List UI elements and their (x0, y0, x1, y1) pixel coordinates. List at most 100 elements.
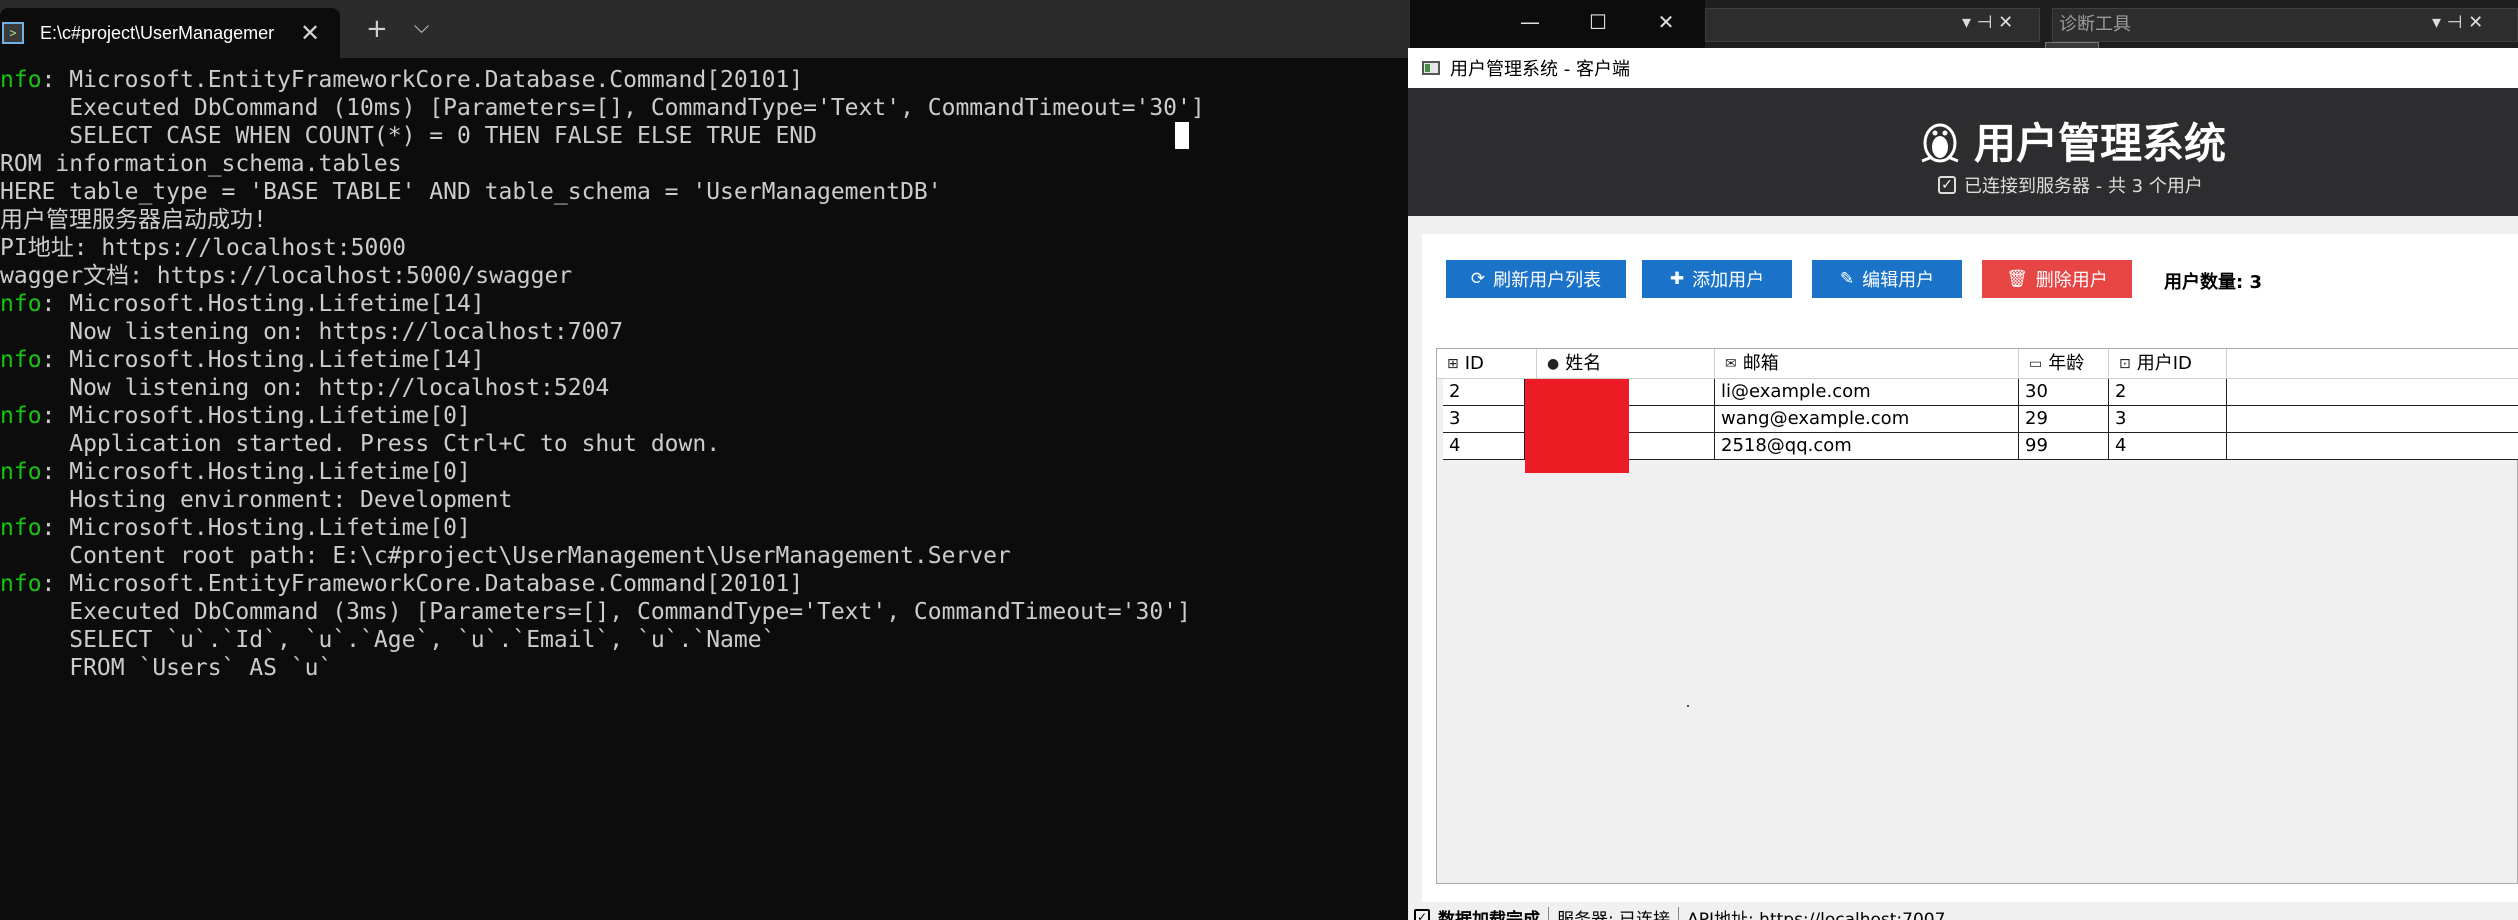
cell-id: 4 (1443, 433, 1525, 460)
divider (1678, 907, 1680, 920)
terminal-line: Executed DbCommand (10ms) [Parameters=[]… (0, 94, 1410, 122)
minimize-button[interactable]: — (1500, 10, 1560, 34)
terminal-line-text: Content root path: E:\c#project\UserMana… (0, 543, 1011, 569)
column-header-email[interactable]: ✉ 邮箱 (1715, 349, 2019, 379)
terminal-cursor (1175, 122, 1189, 149)
email-icon: ✉ (1725, 356, 1737, 372)
log-level-label: nfo (0, 347, 42, 373)
terminal-line-text: SELECT CASE WHEN COUNT(*) = 0 THEN FALSE… (0, 123, 817, 149)
id-card-icon: ⊡ (2119, 356, 2131, 372)
log-level-label: nfo (0, 403, 42, 429)
terminal-line-text: Application started. Press Ctrl+C to shu… (0, 431, 721, 457)
app-icon (1422, 61, 1440, 75)
column-header-id[interactable]: ⊞ ID (1437, 349, 1537, 379)
terminal-line-text: : Microsoft.Hosting.Lifetime[0] (41, 459, 471, 485)
terminal-line: nfo: Microsoft.EntityFrameworkCore.Datab… (0, 570, 1410, 598)
grid-header: ⊞ ID ● 姓名 ✉ 邮箱 ▭ 年龄 ⊡ 用户ID (1437, 349, 2518, 379)
terminal-line-text: : Microsoft.Hosting.Lifetime[0] (41, 515, 471, 541)
terminal-line-text: ROM information_schema.tables (0, 151, 402, 177)
log-level-label: nfo (0, 459, 42, 485)
cell-id: 3 (1443, 406, 1525, 433)
cell-userid: 2 (2109, 379, 2227, 406)
cell-email: 2518@qq.com (1715, 433, 2019, 460)
delete-user-button[interactable]: 🗑 删除用户 (1982, 260, 2132, 298)
terminal-line-text: : Microsoft.Hosting.Lifetime[0] (41, 403, 471, 429)
terminal-line-text: 用户管理服务器启动成功! (0, 207, 267, 233)
check-icon: ✓ (1938, 176, 1956, 194)
trash-icon: 🗑 (2006, 269, 2028, 289)
terminal-line: SELECT `u`.`Id`, `u`.`Age`, `u`.`Email`,… (0, 626, 1410, 654)
terminal-tab[interactable]: > E:\c#project\UserManagemer ✕ (0, 8, 340, 58)
panel-controls[interactable]: ▾ ⊣ ✕ (1962, 12, 2013, 33)
status-server: 服务器: 已连接 (1557, 909, 1671, 920)
terminal-line-text: Now listening on: http://localhost:5204 (0, 375, 610, 401)
terminal-line-text: Executed DbCommand (10ms) [Parameters=[]… (0, 95, 1205, 121)
terminal-line: 用户管理服务器启动成功! (0, 206, 1410, 234)
terminal-line: ROM information_schema.tables (0, 150, 1410, 178)
terminal-line: nfo: Microsoft.Hosting.Lifetime[0] (0, 514, 1410, 542)
terminal-line: Application started. Press Ctrl+C to shu… (0, 430, 1410, 458)
status-api: API地址: https://localhost:7007 (1687, 909, 1946, 920)
refresh-icon: ⟳ (1470, 269, 1486, 289)
terminal-line-text: HERE table_type = 'BASE TABLE' AND table… (0, 179, 942, 205)
cell-age: 99 (2019, 433, 2109, 460)
terminal-line-text: Hosting environment: Development (0, 487, 513, 513)
terminal-line: nfo: Microsoft.Hosting.Lifetime[0] (0, 458, 1410, 486)
terminal-line-text: : Microsoft.Hosting.Lifetime[14] (41, 291, 485, 317)
log-level-label: nfo (0, 67, 42, 93)
cell-userid: 3 (2109, 406, 2227, 433)
add-user-button[interactable]: ✚ 添加用户 (1642, 260, 1792, 298)
user-icon: ● (1547, 356, 1560, 372)
terminal-line: PI地址: https://localhost:5000 (0, 234, 1410, 262)
terminal-line-text: : Microsoft.EntityFrameworkCore.Database… (41, 67, 804, 93)
terminal-icon: > (2, 22, 24, 44)
divider (1548, 907, 1549, 920)
terminal-line: Hosting environment: Development (0, 486, 1410, 514)
client-titlebar: 用户管理系统 - 客户端 (1408, 48, 2518, 88)
terminal-line: wagger文档: https://localhost:5000/swagger (0, 262, 1410, 290)
terminal-line-text: PI地址: https://localhost:5000 (0, 235, 407, 261)
maximize-button[interactable]: ☐ (1568, 10, 1628, 34)
terminal-line: nfo: Microsoft.Hosting.Lifetime[14] (0, 290, 1410, 318)
users-datagrid[interactable]: ⊞ ID ● 姓名 ✉ 邮箱 ▭ 年龄 ⊡ 用户ID 2 li@example.… (1436, 348, 2518, 884)
terminal-line-text: : Microsoft.Hosting.Lifetime[14] (41, 347, 485, 373)
terminal-output[interactable]: nfo: Microsoft.EntityFrameworkCore.Datab… (0, 58, 1410, 920)
column-header-userid[interactable]: ⊡ 用户ID (2109, 349, 2227, 379)
cell-email: wang@example.com (1715, 406, 2019, 433)
client-window: 用户管理系统 - 客户端 用户管理系统 ✓ 已连接到服务器 - 共 3 个用户 … (1408, 48, 2518, 920)
terminal-line: HERE table_type = 'BASE TABLE' AND table… (0, 178, 1410, 206)
tab-dropdown-button[interactable]: ⌵ (414, 14, 429, 38)
terminal-line: nfo: Microsoft.EntityFrameworkCore.Datab… (0, 66, 1410, 94)
cake-icon: ▭ (2029, 356, 2043, 372)
log-level-label: nfo (0, 291, 42, 317)
grid-empty-area (1687, 705, 1689, 707)
new-tab-button[interactable]: + (366, 14, 388, 44)
cell-id: 2 (1443, 379, 1525, 406)
column-header-age[interactable]: ▭ 年龄 (2019, 349, 2109, 379)
delete-user-label: 删除用户 (2035, 270, 2108, 291)
diagnostics-panel-controls[interactable]: ▾ ⊣ ✕ (2432, 12, 2483, 33)
terminal-line-text: FROM `Users` AS `u` (0, 655, 333, 681)
terminal-line-text: Executed DbCommand (3ms) [Parameters=[],… (0, 599, 1191, 625)
terminal-line: SELECT CASE WHEN COUNT(*) = 0 THEN FALSE… (0, 122, 1410, 150)
add-user-label: 添加用户 (1692, 270, 1765, 291)
column-header-name[interactable]: ● 姓名 (1537, 349, 1715, 379)
penguin-icon (1921, 123, 1959, 162)
connection-status: 已连接到服务器 - 共 3 个用户 (1964, 176, 2203, 197)
id-icon: ⊞ (1447, 356, 1459, 372)
cell-email: li@example.com (1715, 379, 2019, 406)
refresh-users-button[interactable]: ⟳ 刷新用户列表 (1446, 260, 1626, 298)
terminal-line-text: Now listening on: https://localhost:7007 (0, 319, 624, 345)
edit-user-button[interactable]: ✎ 编辑用户 (1812, 260, 1962, 298)
status-load-done: 数据加载完成 (1438, 909, 1540, 920)
close-tab-icon[interactable]: ✕ (300, 21, 320, 45)
close-window-button[interactable]: ✕ (1636, 10, 1696, 34)
terminal-line: Executed DbCommand (3ms) [Parameters=[],… (0, 598, 1410, 626)
status-bar: ✓ 数据加载完成 服务器: 已连接 API地址: https://localho… (1408, 902, 2518, 920)
terminal-tab-title: E:\c#project\UserManagemer (40, 22, 275, 43)
terminal-line: Now listening on: http://localhost:5204 (0, 374, 1410, 402)
terminal-line-text: : Microsoft.EntityFrameworkCore.Database… (41, 571, 804, 597)
log-level-label: nfo (0, 515, 42, 541)
cell-userid: 4 (2109, 433, 2227, 460)
terminal-line-text: SELECT `u`.`Id`, `u`.`Age`, `u`.`Email`,… (0, 627, 776, 653)
